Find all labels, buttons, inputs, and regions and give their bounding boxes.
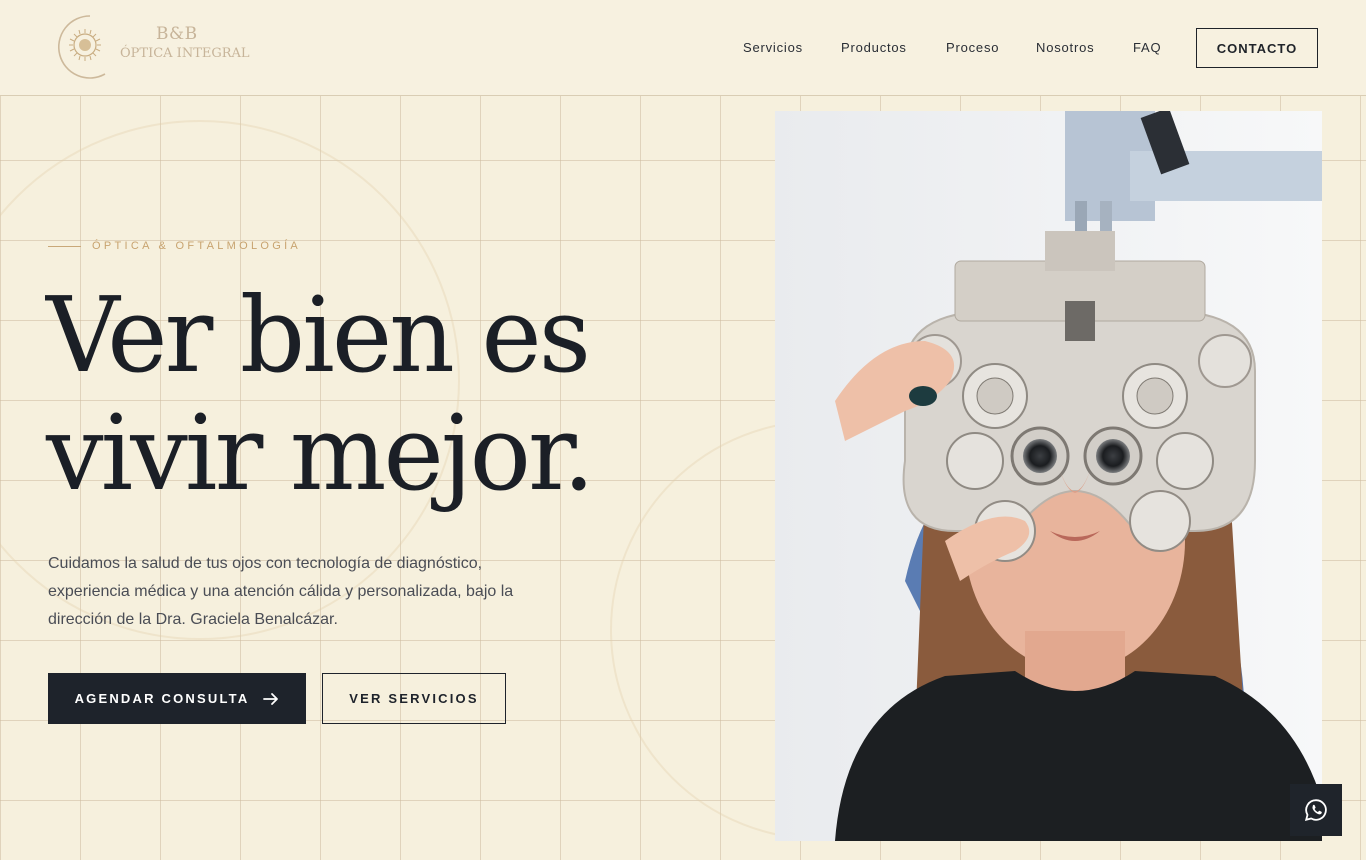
nav-servicios[interactable]: Servicios <box>743 40 803 58</box>
nav-proceso[interactable]: Proceso <box>946 40 999 58</box>
hero-headline: Ver bien es vivir mejor. <box>46 274 595 514</box>
sun-logo-icon <box>57 15 106 79</box>
site-header: B&B ÓPTICA INTEGRAL Servicios Productos … <box>0 0 1366 96</box>
hero-photo-eye-exam <box>775 111 1322 841</box>
hero-headline-line2: vivir mejor. <box>46 392 595 514</box>
eyebrow-rule <box>48 246 81 247</box>
hero-eyebrow: ÓPTICA & OFTALMOLOGÍA <box>92 240 302 252</box>
logo-title: B&B <box>156 24 198 44</box>
whatsapp-icon <box>1304 799 1327 822</box>
nav-nosotros[interactable]: Nosotros <box>1036 40 1094 58</box>
hero-intro: Cuidamos la salud de tus ojos con tecnol… <box>48 555 514 628</box>
logo-subtitle: ÓPTICA INTEGRAL <box>120 46 250 61</box>
hero-headline-line1: Ver bien es <box>46 274 591 396</box>
nav-productos[interactable]: Productos <box>841 40 907 58</box>
logo[interactable]: B&B ÓPTICA INTEGRAL <box>50 12 250 84</box>
whatsapp-button[interactable] <box>1290 784 1342 836</box>
page: B&B ÓPTICA INTEGRAL Servicios Productos … <box>0 0 1366 860</box>
nav-faq[interactable]: FAQ <box>1133 40 1161 58</box>
contact-button[interactable]: CONTACTO <box>1196 28 1318 68</box>
arrow-right-icon <box>263 692 279 705</box>
schedule-consultation-button[interactable]: AGENDAR CONSULTA <box>48 673 306 724</box>
view-services-button[interactable]: VER SERVICIOS <box>322 673 506 724</box>
schedule-consultation-label: AGENDAR CONSULTA <box>74 691 250 706</box>
phoropter-exam-illustration <box>775 111 1322 841</box>
